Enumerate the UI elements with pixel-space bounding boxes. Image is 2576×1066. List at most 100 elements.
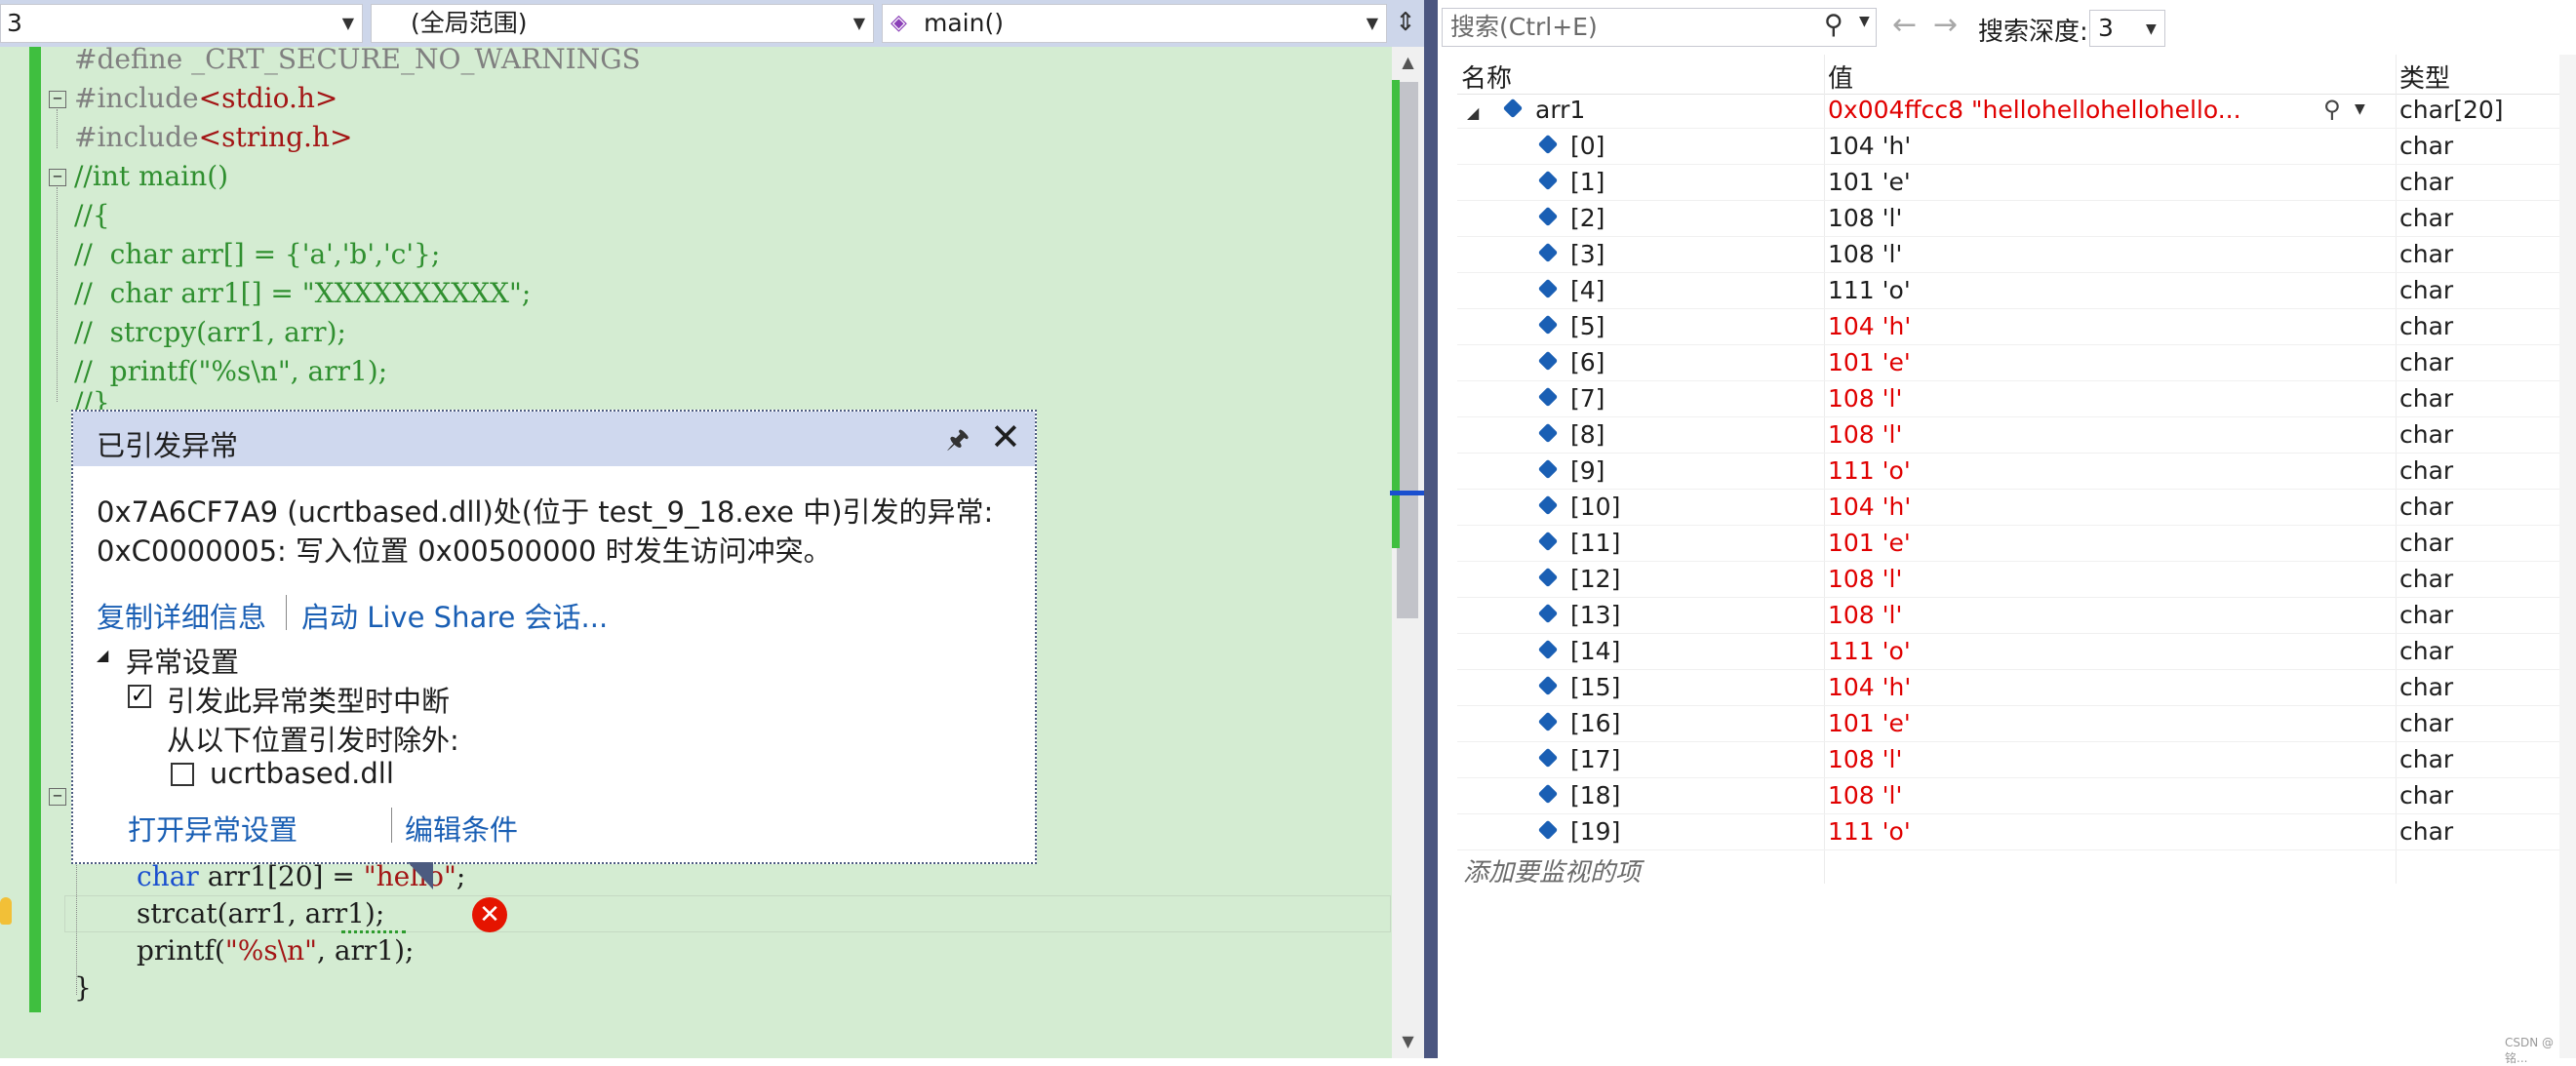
watch-row[interactable]: [9] 111 'o' char [1457, 453, 2576, 490]
watch-row[interactable]: [11] 101 'e' char [1457, 525, 2576, 562]
collapse-icon[interactable]: − [49, 91, 66, 108]
code-line[interactable]: // printf("%s\n", arr1); [74, 355, 387, 387]
watch-value[interactable]: 111 'o' [1828, 276, 1911, 304]
live-share-link[interactable]: 启动 Live Share 会话... [301, 595, 608, 636]
watch-value[interactable]: 101 'e' [1828, 168, 1911, 196]
watch-row[interactable]: [4] 111 'o' char [1457, 272, 2576, 309]
chevron-down-icon[interactable]: ▼ [2146, 21, 2157, 37]
code-line[interactable]: // char arr1[] = "XXXXXXXXXX"; [74, 277, 531, 309]
watch-value[interactable]: 108 'l' [1828, 745, 1902, 773]
watch-row[interactable]: [18] 108 'l' char [1457, 777, 2576, 814]
split-window-button[interactable]: ⇕ [1389, 4, 1422, 43]
module-label: ucrtbased.dll [210, 757, 394, 790]
copy-details-link[interactable]: 复制详细信息 [97, 595, 266, 636]
search-icon[interactable]: ⚲ [1824, 10, 1843, 40]
scroll-down-icon[interactable]: ▼ [1392, 1032, 1424, 1050]
watch-value[interactable]: 108 'l' [1828, 565, 1902, 593]
code-line[interactable]: #define _CRT_SECURE_NO_WARNINGS [74, 43, 641, 75]
code-line[interactable]: printf("%s\n", arr1); [137, 934, 414, 967]
watch-row[interactable]: [14] 111 'o' char [1457, 633, 2576, 670]
function-combo[interactable]: ◈ main() ▼ [882, 4, 1387, 43]
watch-value[interactable]: 101 'e' [1828, 529, 1911, 557]
watch-row[interactable]: [0] 104 'h' char [1457, 128, 2576, 165]
watch-name: [17] [1570, 745, 1621, 773]
watch-value[interactable]: 101 'e' [1828, 348, 1911, 376]
watch-row[interactable]: [6] 101 'e' char [1457, 344, 2576, 381]
scrollbar-thumb[interactable] [1397, 82, 1418, 618]
watch-row[interactable]: [2] 108 'l' char [1457, 200, 2576, 237]
collapse-icon[interactable]: − [49, 788, 66, 806]
watch-row[interactable]: [3] 108 'l' char [1457, 236, 2576, 273]
expand-triangle-icon[interactable]: ◢ [97, 646, 108, 664]
pin-icon[interactable]: 🖈 [946, 421, 970, 464]
watch-row[interactable]: [7] 108 'l' char [1457, 380, 2576, 417]
watch-value[interactable]: 101 'e' [1828, 709, 1911, 737]
watch-value[interactable]: 108 'l' [1828, 420, 1902, 449]
watch-row[interactable]: [19] 111 'o' char [1457, 813, 2576, 850]
code-line[interactable]: #include<stdio.h> [74, 82, 337, 114]
scroll-up-icon[interactable]: ▲ [1392, 53, 1424, 71]
collapse-icon[interactable]: − [49, 169, 66, 186]
column-type[interactable]: 类型 [2399, 59, 2450, 95]
project-combo[interactable]: 3 ▼ [0, 4, 363, 43]
watch-row-arr1[interactable]: arr1 0x004ffcc8 "hellohellohellohello...… [1457, 92, 2576, 129]
watch-search-input[interactable]: 搜索(Ctrl+E) [1442, 8, 1877, 47]
visualizer-icon[interactable]: ⚲ [2323, 96, 2341, 123]
watch-value[interactable]: 104 'h' [1828, 493, 1911, 521]
exception-settings-header: 异常设置 [126, 646, 240, 679]
edit-conditions-link[interactable]: 编辑条件 [405, 808, 518, 849]
watch-row[interactable]: [5] 104 'h' char [1457, 308, 2576, 345]
watch-value[interactable]: 104 'h' [1828, 312, 1911, 340]
watch-row[interactable]: [15] 104 'h' char [1457, 669, 2576, 706]
watch-row[interactable]: [8] 108 'l' char [1457, 416, 2576, 454]
collapse-triangle-icon[interactable]: ◢ [1467, 103, 1479, 122]
watch-value[interactable]: 108 'l' [1828, 384, 1902, 413]
watch-value[interactable]: 111 'o' [1828, 817, 1911, 846]
code-line[interactable]: #include<string.h> [74, 121, 352, 153]
code-line[interactable]: strcat(arr1, arr1); [137, 897, 384, 929]
search-placeholder: 搜索(Ctrl+E) [1450, 13, 1598, 41]
watch-value[interactable]: 108 'l' [1828, 781, 1902, 809]
open-exception-settings-link[interactable]: 打开异常设置 [128, 808, 297, 849]
break-on-type-checkbox[interactable]: ✓ [128, 685, 151, 708]
error-icon[interactable]: ✕ [472, 897, 507, 932]
watch-value[interactable]: 104 'h' [1828, 132, 1911, 160]
watch-row[interactable]: [13] 108 'l' char [1457, 597, 2576, 634]
watch-window[interactable]: 搜索(Ctrl+E) ⚲ ▼ ← → 搜索深度: 3 ▼ 名称 值 类型 arr… [1438, 0, 2576, 1058]
watch-value[interactable]: 108 'l' [1828, 601, 1902, 629]
chevron-down-icon[interactable]: ▼ [1859, 14, 1870, 29]
watch-row[interactable]: [10] 104 'h' char [1457, 489, 2576, 526]
watch-value[interactable]: 0x004ffcc8 "hellohellohellohello... [1828, 96, 2241, 124]
watch-vertical-scrollbar[interactable] [2559, 55, 2576, 1058]
exception-title: 已引发异常 [97, 429, 239, 462]
search-next-icon[interactable]: → [1933, 8, 1958, 42]
watch-value[interactable]: 108 'l' [1828, 204, 1902, 232]
code-line[interactable]: // char arr[] = {'a','b','c'}; [74, 238, 440, 270]
watch-row[interactable]: [12] 108 'l' char [1457, 561, 2576, 598]
watch-row[interactable]: [16] 101 'e' char [1457, 705, 2576, 742]
code-line[interactable]: // strcpy(arr1, arr); [74, 316, 346, 348]
module-checkbox[interactable] [171, 763, 194, 786]
panel-splitter[interactable] [1424, 0, 1438, 1058]
code-line[interactable]: //int main() [74, 160, 228, 192]
exception-popup[interactable]: 已引发异常 🖈 ✕ 0x7A6CF7A9 (ucrtbased.dll)处(位于… [71, 410, 1037, 864]
watch-value[interactable]: 104 'h' [1828, 673, 1911, 701]
watch-value[interactable]: 108 'l' [1828, 240, 1902, 268]
watch-value[interactable]: 111 'o' [1828, 456, 1911, 485]
close-icon[interactable]: ✕ [990, 415, 1021, 458]
code-editor[interactable]: 3 ▼ (全局范围) ▼ ◈ main() ▼ ⇕ − − − #define … [0, 0, 1424, 1058]
column-name[interactable]: 名称 [1461, 59, 1512, 95]
variable-icon [1537, 134, 1559, 155]
watch-value[interactable]: 111 'o' [1828, 637, 1911, 665]
scope-combo[interactable]: (全局范围) ▼ [371, 4, 874, 43]
watch-row[interactable]: [1] 101 'e' char [1457, 164, 2576, 201]
code-line[interactable]: } [74, 971, 92, 1004]
search-previous-icon[interactable]: ← [1892, 8, 1917, 42]
code-line[interactable]: //{ [74, 199, 110, 231]
lightbulb-icon[interactable] [0, 897, 12, 925]
add-watch-item[interactable]: 添加要监视的项 [1463, 852, 1641, 888]
column-value[interactable]: 值 [1828, 59, 1853, 95]
watch-row[interactable]: [17] 108 'l' char [1457, 741, 2576, 778]
chevron-down-icon[interactable]: ▼ [2355, 101, 2365, 117]
execution-marker [1390, 491, 1424, 495]
